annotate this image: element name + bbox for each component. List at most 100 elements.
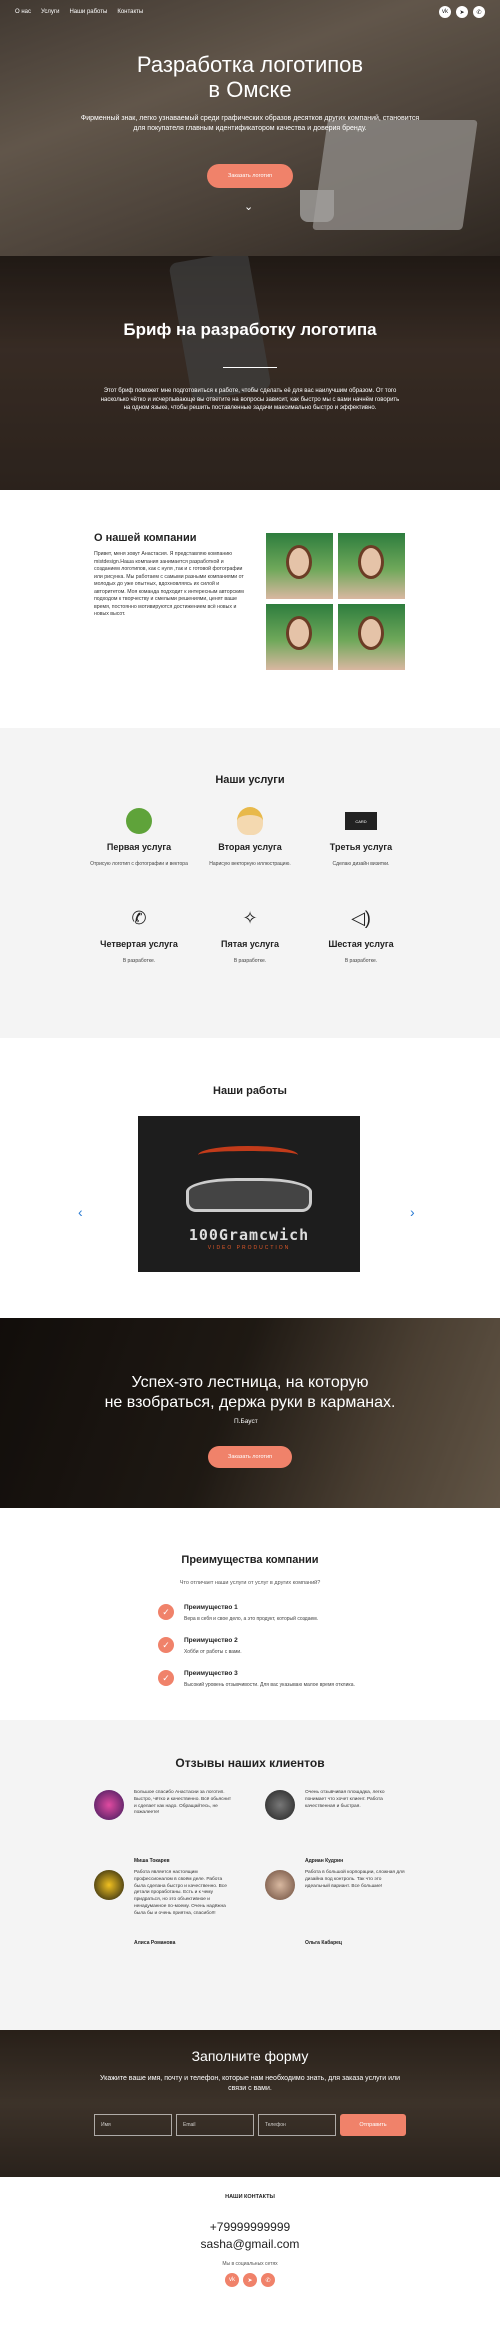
chevron-down-icon[interactable]: ⌄ — [244, 200, 253, 213]
logo-swoosh — [198, 1146, 298, 1164]
review-text: Большое спасибо Анастасии за логотип. Бы… — [134, 1790, 232, 1816]
vk-icon[interactable]: vk — [439, 6, 451, 18]
contacts-label: НАШИ КОНТАКТЫ — [225, 2194, 275, 2200]
phone-field[interactable] — [258, 2114, 336, 2136]
car-logo-image — [186, 1178, 312, 1212]
advantage-title: Преимущество 1 — [184, 1604, 238, 1611]
works-section: Наши работы ‹ 100Gramcwich VIDEO PRODUCT… — [0, 1038, 500, 1318]
reviews-section: Отзывы наших клиентов Большое спасибо Ан… — [0, 1720, 500, 2030]
service-desc: Отрисую логотип с фотографии и вектора — [90, 861, 188, 867]
review-card: Очень отзывчивая площадка, легко понимае… — [265, 1790, 405, 1864]
advantage-item: ✓ Преимущество 2 Хобби от работы с вами. — [158, 1637, 358, 1656]
review-author: Алиса Романова — [134, 1940, 176, 1946]
avatar — [94, 1870, 124, 1900]
avatar — [265, 1790, 295, 1820]
anime-girl-icon — [237, 807, 263, 835]
advantage-text: Хобби от работы с вами. — [184, 1649, 242, 1655]
advantages-title: Преимущества компании — [181, 1554, 319, 1566]
review-card: Работа является настоящим профессионалом… — [94, 1870, 234, 1946]
avatar — [94, 1790, 124, 1820]
divider — [223, 367, 277, 368]
footer-socials: vk ➤ ✆ — [225, 2273, 275, 2287]
slider-next-icon[interactable]: › — [410, 1204, 415, 1220]
works-title: Наши работы — [213, 1085, 287, 1097]
service-card: ✆ Четвертая услуга В разработке. — [84, 903, 194, 965]
footer-section: НАШИ КОНТАКТЫ +79999999999 sasha@gmail.c… — [0, 2177, 500, 2300]
hero-lead: Фирменный знак, легко узнаваемый среди г… — [80, 115, 420, 132]
avatar — [265, 1870, 295, 1900]
nav-link-contacts[interactable]: Контакты — [117, 9, 143, 15]
brief-title: Бриф на разработку логотипа — [123, 320, 377, 339]
service-card: ✧ Пятая услуга В разработке. — [195, 903, 305, 965]
slide-logo-text: 100Gramcwich — [188, 1226, 310, 1244]
viber-icon[interactable]: ✆ — [261, 2273, 275, 2287]
quote-line2: не взобраться, держа руки в карманах. — [104, 1394, 396, 1411]
about-title: О нашей компании — [94, 532, 197, 544]
quote-line1: Успех-это лестница, на которую — [131, 1374, 369, 1391]
contact-phone[interactable]: +79999999999 — [0, 2220, 500, 2234]
order-logo-button[interactable]: Заказать логотип — [207, 164, 293, 188]
email-field[interactable] — [176, 2114, 254, 2136]
form-title: Заполните форму — [191, 2048, 309, 2064]
advantage-item: ✓ Преимущество 3 Высокий уровень отзывчи… — [158, 1670, 358, 1689]
vk-icon[interactable]: vk — [225, 2273, 239, 2287]
services-section: Наши услуги Первая услуга Отрисую логоти… — [0, 728, 500, 1038]
slide-logo-sub: VIDEO PRODUCTION — [207, 1245, 291, 1251]
photo-1 — [266, 533, 333, 599]
check-icon: ✓ — [158, 1604, 174, 1620]
social-label: Мы в социальных сетях — [222, 2261, 278, 2267]
service-title: Шестая услуга — [328, 939, 394, 949]
service-card: CARD Третья услуга Сделаю дизайн визитки… — [306, 806, 416, 868]
tree-logo-icon — [126, 808, 152, 834]
about-section: О нашей компании Привет, меня зовут Анас… — [0, 490, 500, 728]
top-nav: О нас Услуги Наши работы Контакты vk ➤ ✆ — [0, 0, 500, 24]
telegram-icon[interactable]: ➤ — [456, 6, 468, 18]
hero-title-line1: Разработка логотипов — [136, 52, 364, 77]
brief-text: Этот бриф поможет мне подготовиться к ра… — [100, 388, 400, 411]
submit-button[interactable]: Отправить — [340, 2114, 406, 2136]
advantage-text: Высокий уровень отзывчивости. Для вас ук… — [184, 1682, 355, 1688]
name-field[interactable] — [94, 2114, 172, 2136]
photo-2 — [338, 533, 405, 599]
service-desc: В разработке. — [122, 958, 156, 964]
nav-link-works[interactable]: Наши работы — [69, 9, 107, 15]
advantage-title: Преимущество 2 — [184, 1637, 238, 1644]
hero-title: Разработка логотипов в Омске — [0, 52, 500, 102]
nav-socials: vk ➤ ✆ — [439, 6, 485, 18]
hero-section: О нас Услуги Наши работы Контакты vk ➤ ✆… — [0, 0, 500, 256]
contact-email[interactable]: sasha@gmail.com — [0, 2237, 500, 2251]
advantage-item: ✓ Преимущество 1 Вера в себя и свое дело… — [158, 1604, 358, 1623]
telegram-icon[interactable]: ➤ — [243, 2273, 257, 2287]
service-title: Первая услуга — [106, 842, 172, 852]
about-text: Привет, меня зовут Анастасия. Я представ… — [94, 551, 244, 617]
service-desc: В разработке. — [344, 958, 378, 964]
check-icon: ✓ — [158, 1670, 174, 1686]
form-lead: Укажите ваше имя, почту и телефон, котор… — [100, 2075, 400, 2092]
hero-title-line2: в Омске — [208, 77, 292, 102]
service-title: Вторая услуга — [218, 842, 282, 852]
check-icon: ✓ — [158, 1637, 174, 1653]
advantage-text: Вера в себя и свое дело, а это продукт, … — [184, 1616, 319, 1622]
slider-prev-icon[interactable]: ‹ — [78, 1204, 83, 1220]
nav-link-services[interactable]: Услуги — [41, 9, 59, 15]
service-card: Вторая услуга Нарисую векторную иллюстра… — [195, 806, 305, 868]
quote-section: Успех-это лестница, на которую не взобра… — [0, 1318, 500, 1508]
quote-text: Успех-это лестница, на которую не взобра… — [0, 1373, 500, 1413]
reviews-title: Отзывы наших клиентов — [175, 1756, 325, 1770]
brief-section: Бриф на разработку логотипа Этот бриф по… — [0, 256, 500, 490]
work-slide: 100Gramcwich VIDEO PRODUCTION — [138, 1116, 360, 1272]
about-photos — [266, 533, 405, 670]
service-title: Третья услуга — [329, 842, 393, 852]
speaker-icon: ◁) — [351, 907, 371, 928]
order-logo-button[interactable]: Заказать логотип — [208, 1446, 292, 1468]
nav-link-about[interactable]: О нас — [15, 9, 31, 15]
review-author: Адриан Кудрин — [305, 1858, 344, 1864]
service-desc: В разработке. — [233, 958, 267, 964]
advantages-subtitle: Что отличает наши услуги от услуг в друг… — [179, 1580, 321, 1586]
photo-4 — [338, 604, 405, 670]
review-card: Работа в большой корпорации, сложная для… — [265, 1870, 405, 1946]
service-card: Первая услуга Отрисую логотип с фотограф… — [84, 806, 194, 868]
viber-icon[interactable]: ✆ — [473, 6, 485, 18]
service-desc: Нарисую векторную иллюстрацию. — [209, 861, 291, 867]
review-author: Ольга Кабарец — [305, 1940, 342, 1946]
